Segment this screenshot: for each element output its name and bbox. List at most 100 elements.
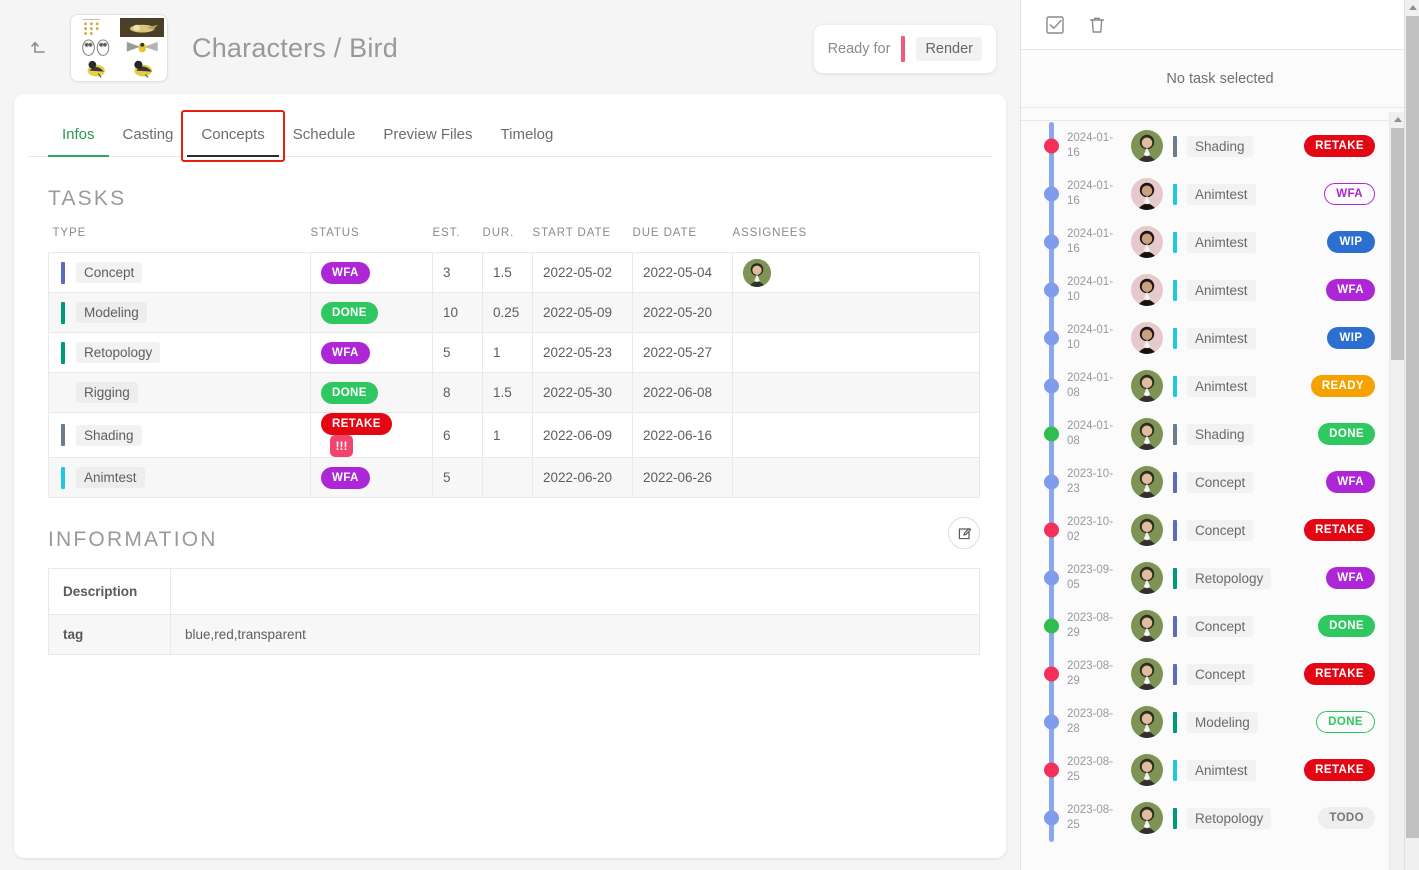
task-status-cell[interactable]: RETAKE!!! (310, 412, 433, 458)
task-status-cell[interactable]: DONE (310, 372, 433, 413)
activity-feed-item[interactable]: 2023-09-05 Retopology WFA (1021, 554, 1389, 602)
edit-pencil-icon[interactable] (948, 517, 980, 549)
task-type-color-bar (61, 341, 65, 364)
task-type-label: Concept (1187, 519, 1254, 541)
tab-schedule[interactable]: Schedule (279, 122, 370, 156)
activity-feed-item[interactable]: 2024-01-08 Animtest READY (1021, 362, 1389, 410)
task-status-cell[interactable]: DONE (310, 292, 433, 333)
task-type-label: Concept (76, 262, 143, 283)
task-dur-cell: 1.5 (482, 252, 533, 293)
avatar[interactable] (1131, 370, 1163, 402)
column-header-start-date[interactable]: START DATE (533, 227, 633, 253)
task-row[interactable]: Concept WFA 3 1.5 2022-05-02 2022-05-04 (48, 252, 980, 293)
activity-feed-item[interactable]: 2024-01-10 Animtest WFA (1021, 266, 1389, 314)
activity-feed-item[interactable]: 2023-10-02 Concept RETAKE (1021, 506, 1389, 554)
activity-feed-item[interactable]: 2024-01-10 Animtest WIP (1021, 314, 1389, 362)
avatar[interactable] (1131, 514, 1163, 546)
tab-preview-files[interactable]: Preview Files (369, 122, 486, 156)
column-header-dur[interactable]: DUR. (483, 227, 533, 253)
column-header-type[interactable]: TYPE (49, 227, 311, 253)
tab-timelog[interactable]: Timelog (487, 122, 568, 156)
information-table-body: Description tag blue,red,transparent (48, 568, 980, 655)
information-row: tag blue,red,transparent (48, 614, 980, 655)
activity-feed-item[interactable]: 2024-01-16 Shading RETAKE (1021, 122, 1389, 170)
avatar[interactable] (1131, 610, 1163, 642)
activity-date: 2023-08-29 (1067, 612, 1114, 639)
activity-date: 2023-08-28 (1067, 708, 1114, 735)
task-type-label: Animtest (76, 467, 145, 488)
avatar[interactable] (1131, 130, 1163, 162)
information-section-title: INFORMATION (48, 528, 218, 551)
activity-feed-item[interactable]: 2023-08-28 Modeling DONE (1021, 698, 1389, 746)
activity-status-cell: DONE (1299, 711, 1389, 733)
task-row[interactable]: Shading RETAKE!!! 6 1 2022-06-09 2022-06-16 (48, 412, 980, 458)
task-row[interactable]: Modeling DONE 10 0.25 2022-05-09 2022-05-20 (48, 292, 980, 333)
avatar[interactable] (1131, 706, 1163, 738)
column-header-status[interactable]: STATUS (311, 227, 433, 253)
trash-icon[interactable] (1083, 11, 1111, 39)
checkbox-check-icon[interactable] (1041, 11, 1069, 39)
avatar[interactable] (1131, 802, 1163, 834)
avatar[interactable] (1131, 274, 1163, 306)
avatar[interactable] (1131, 658, 1163, 690)
avatar[interactable] (1131, 466, 1163, 498)
status-badge: DONE (321, 301, 378, 324)
activity-feed-item[interactable]: 2023-08-25 Retopology TODO (1021, 794, 1389, 842)
task-row[interactable]: Animtest WFA 5 2022-06-20 2022-06-26 (48, 457, 980, 498)
column-header-est[interactable]: EST. (433, 227, 483, 253)
page-scrollbar-thumb[interactable] (1406, 16, 1419, 838)
app-root: Characters / Bird Ready for Render Infos… (0, 0, 1419, 870)
task-type-cell: Rigging (48, 372, 311, 413)
task-due-date-cell: 2022-05-27 (632, 332, 733, 373)
page-scrollbar[interactable] (1404, 0, 1419, 870)
activity-status-cell: WIP (1299, 327, 1389, 349)
timeline-dot (1044, 138, 1059, 154)
task-row[interactable]: Rigging DONE 8 1.5 2022-05-30 2022-06-08 (48, 372, 980, 413)
avatar[interactable] (1131, 754, 1163, 786)
task-status-cell[interactable]: WFA (310, 332, 433, 373)
activity-feed-item[interactable]: 2024-01-16 Animtest WFA (1021, 170, 1389, 218)
avatar[interactable] (1131, 562, 1163, 594)
tab-concepts[interactable]: Concepts (187, 122, 280, 157)
tab-casting[interactable]: Casting (109, 122, 188, 156)
thumbnail-cell (74, 58, 119, 78)
activity-feed-item[interactable]: 2023-08-29 Concept DONE (1021, 602, 1389, 650)
activity-date: 2024-01-16 (1067, 228, 1114, 255)
page-scroll-up-arrow-icon[interactable] (1405, 0, 1419, 15)
return-arrow-icon[interactable] (22, 31, 56, 65)
panel-scrollbar[interactable] (1389, 112, 1405, 870)
task-type-color-bar (1173, 567, 1177, 589)
activity-feed-item[interactable]: 2023-10-23 Concept WFA (1021, 458, 1389, 506)
task-status-cell[interactable]: WFA (310, 252, 433, 293)
activity-feed-item[interactable]: 2024-01-08 Shading DONE (1021, 410, 1389, 458)
avatar[interactable] (1131, 226, 1163, 258)
activity-date: 2023-08-25 (1067, 804, 1114, 831)
task-row[interactable]: Retopology WFA 5 1 2022-05-23 2022-05-27 (48, 332, 980, 373)
column-header-due-date[interactable]: DUE DATE (633, 227, 733, 253)
status-badge: WFA (1326, 279, 1375, 301)
task-est-cell: 3 (432, 252, 483, 293)
activity-task-type: Retopology (1173, 807, 1299, 829)
task-type-label: Shading (76, 424, 142, 446)
activity-task-type: Concept (1173, 615, 1299, 637)
avatar[interactable] (1131, 322, 1163, 354)
task-status-cell[interactable]: WFA (310, 457, 433, 498)
information-value (170, 568, 980, 615)
task-type-label: Animtest (1187, 183, 1256, 205)
task-assignees-cell (732, 292, 980, 333)
scroll-up-arrow-icon[interactable] (1390, 112, 1405, 127)
ready-for-status[interactable]: Ready for Render (813, 25, 996, 73)
task-type-cell: Animtest (48, 457, 311, 498)
avatar[interactable] (743, 258, 771, 287)
avatar[interactable] (1131, 418, 1163, 450)
avatar[interactable] (1131, 178, 1163, 210)
entity-thumbnail[interactable] (70, 14, 168, 82)
scrollbar-thumb[interactable] (1391, 128, 1404, 360)
tab-infos[interactable]: Infos (48, 122, 109, 157)
activity-feed-item[interactable]: 2023-08-29 Concept RETAKE (1021, 650, 1389, 698)
activity-feed-item[interactable]: 2024-01-16 Animtest WIP (1021, 218, 1389, 266)
activity-date: 2024-01-08 (1067, 420, 1114, 447)
task-type-color-bar (1173, 183, 1177, 205)
column-header-assignees[interactable]: ASSIGNEES (733, 227, 980, 253)
activity-feed-item[interactable]: 2023-08-25 Animtest RETAKE (1021, 746, 1389, 794)
